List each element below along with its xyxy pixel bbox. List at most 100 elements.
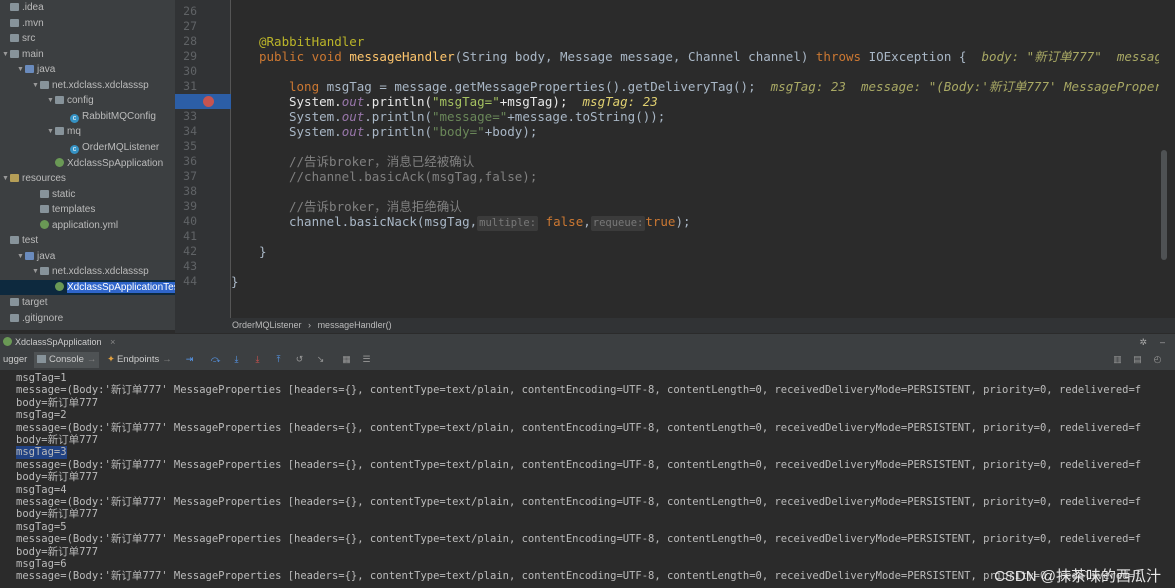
tree-item[interactable]: .idea bbox=[0, 0, 175, 16]
code-line-33: System.out.println("message="+message.to… bbox=[289, 109, 666, 124]
restore-layout-icon[interactable]: ◴ bbox=[1152, 354, 1163, 365]
line-number: 44 bbox=[183, 274, 197, 288]
step-into-icon[interactable]: ⤓ bbox=[231, 354, 242, 365]
force-step-into-icon[interactable]: ⤓ bbox=[252, 354, 263, 365]
drop-frame-icon[interactable]: ↺ bbox=[294, 354, 305, 365]
breadcrumb: OrderMQListener › messageHandler() bbox=[175, 318, 1175, 333]
minimize-icon[interactable]: ‒ bbox=[1160, 334, 1165, 351]
chevron-down-icon[interactable]: ▼ bbox=[17, 62, 25, 78]
tree-item[interactable]: ▼ config bbox=[0, 93, 175, 109]
gear-icon[interactable]: ✲ bbox=[1139, 334, 1147, 351]
tree-item[interactable]: ▼ java bbox=[0, 62, 175, 78]
breakpoint-gutter[interactable] bbox=[197, 0, 231, 318]
tree-item[interactable]: .gitignore bbox=[0, 311, 175, 327]
folder-icon bbox=[40, 80, 49, 89]
code-line-34: System.out.println("body="+body); bbox=[289, 124, 538, 139]
tree-item[interactable]: templates bbox=[0, 202, 175, 218]
folder-icon bbox=[10, 174, 19, 183]
editor-scrollbar-thumb[interactable] bbox=[1161, 150, 1167, 260]
breadcrumb-class[interactable]: OrderMQListener bbox=[232, 320, 302, 330]
tab-endpoints[interactable]: ✦ Endpoints → bbox=[104, 352, 175, 368]
tree-item[interactable]: c OrderMQListener bbox=[0, 140, 175, 156]
param-hint-requeue: requeue: bbox=[590, 216, 646, 231]
tree-item[interactable]: test bbox=[0, 233, 175, 249]
line-number: 35 bbox=[183, 139, 197, 153]
evaluate-expression-icon[interactable]: ▦ bbox=[341, 354, 352, 365]
console-line: message=(Body:'新订单777' MessageProperties… bbox=[16, 533, 1142, 546]
tree-item[interactable]: ▼ java bbox=[0, 249, 175, 265]
tree-item[interactable]: application.yml bbox=[0, 218, 175, 234]
console-line: message=(Body:'新订单777' MessageProperties… bbox=[16, 570, 1142, 583]
tree-item[interactable]: static bbox=[0, 187, 175, 203]
tab-console[interactable]: Console → bbox=[34, 352, 100, 368]
chevron-down-icon[interactable]: ▼ bbox=[2, 47, 10, 63]
tree-item[interactable]: target bbox=[0, 295, 175, 311]
code-line-40: channel.basicNack(msgTag, multiple: false… bbox=[289, 214, 691, 231]
line-number: 40 bbox=[183, 214, 197, 228]
code-line-29: public void messageHandler(String body, … bbox=[259, 49, 1159, 64]
tree-item[interactable]: .mvn bbox=[0, 16, 175, 32]
line-number-gutter: 26272829303132333435363738394041424344 bbox=[175, 0, 197, 318]
watermark: CSDN @抹茶味的西瓜汁 bbox=[994, 568, 1161, 585]
breadcrumb-method[interactable]: messageHandler() bbox=[318, 320, 392, 330]
console-line: msgTag=5 bbox=[16, 520, 67, 533]
step-out-icon[interactable]: ⤒ bbox=[273, 354, 284, 365]
trace-icon[interactable]: ☰ bbox=[361, 354, 372, 365]
tree-item[interactable]: src bbox=[0, 31, 175, 47]
tree-item[interactable]: ▼ resources bbox=[0, 171, 175, 187]
step-over-icon[interactable]: ⤼ bbox=[210, 354, 221, 365]
project-tree: .idea .mvn src ▼ main ▼ java ▼ net.xdclass.xdcla… bbox=[0, 0, 175, 330]
line-number: 30 bbox=[183, 64, 197, 78]
chevron-down-icon[interactable]: ▼ bbox=[47, 93, 55, 109]
run-config-name[interactable]: XdclassSpApplication bbox=[15, 337, 102, 347]
run-window-tabs: ugger Console → ✦ Endpoints → ⇥ ⤼ ⤓ ⤓ ⤒ ↺ ↘… bbox=[0, 350, 1175, 371]
code-line-42: } bbox=[259, 244, 267, 259]
chevron-down-icon[interactable]: ▼ bbox=[32, 264, 40, 280]
settings-icon[interactable]: ▤ bbox=[1132, 354, 1143, 365]
tree-item-label: application.yml bbox=[52, 219, 119, 231]
layout-icon[interactable]: ▥ bbox=[1112, 354, 1123, 365]
chevron-down-icon[interactable]: ▼ bbox=[32, 78, 40, 94]
code-line-36: //告诉broker，消息已经被确认 bbox=[289, 154, 475, 169]
class-icon: c bbox=[70, 113, 79, 123]
tree-item[interactable]: ▼ mq bbox=[0, 124, 175, 140]
tree-item-label: XdclassSpApplication bbox=[67, 157, 164, 169]
tree-item[interactable]: XdclassSpApplicationTests bbox=[0, 279, 175, 296]
folder-icon bbox=[40, 267, 49, 276]
code-editor[interactable]: @RabbitHandler public void messageHandle… bbox=[231, 0, 1159, 318]
console-line: msgTag=1 bbox=[16, 372, 67, 384]
code-line-37: //channel.basicAck(msgTag,false); bbox=[289, 169, 538, 184]
line-number: 42 bbox=[183, 244, 197, 258]
console-output[interactable]: msgTag=1 message=(Body:'新订单777' MessagePr… bbox=[0, 371, 1175, 588]
tree-item[interactable]: XdclassSpApplication bbox=[0, 156, 175, 172]
chevron-down-icon[interactable]: ▼ bbox=[2, 171, 10, 187]
tree-item[interactable]: c RabbitMQConfig bbox=[0, 109, 175, 125]
spring-icon bbox=[40, 219, 49, 229]
tab-debugger[interactable]: ugger bbox=[0, 352, 30, 368]
tree-item[interactable]: ▼ net.xdclass.xdclasssp bbox=[0, 264, 175, 280]
class-icon: c bbox=[70, 144, 79, 154]
tree-item[interactable]: ▼ main bbox=[0, 47, 175, 63]
param-hint-multiple: multiple: bbox=[477, 216, 539, 231]
line-number: 41 bbox=[183, 229, 197, 243]
console-line: body=新订单777 bbox=[16, 396, 99, 409]
folder-icon bbox=[25, 65, 34, 74]
pin-icon: → bbox=[162, 354, 172, 365]
console-line: body=新订单777 bbox=[16, 471, 99, 484]
run-to-cursor-icon[interactable]: ↘ bbox=[315, 354, 326, 365]
line-number: 31 bbox=[183, 79, 197, 93]
code-line-39: //告诉broker，消息拒绝确认 bbox=[289, 199, 462, 214]
tree-item-label: test bbox=[22, 235, 39, 247]
chevron-down-icon[interactable]: ▼ bbox=[47, 124, 55, 140]
show-execution-point-icon[interactable]: ⇥ bbox=[184, 354, 195, 365]
breakpoint-icon[interactable] bbox=[203, 96, 214, 107]
endpoints-icon: ✦ bbox=[107, 354, 115, 365]
line-number: 29 bbox=[183, 49, 197, 63]
console-line: body=新订单777 bbox=[16, 434, 99, 446]
chevron-down-icon[interactable]: ▼ bbox=[17, 249, 25, 265]
close-icon[interactable]: × bbox=[110, 337, 115, 347]
tree-item[interactable]: ▼ net.xdclass.xdclasssp bbox=[0, 78, 175, 94]
code-line-44: } bbox=[231, 274, 239, 289]
tree-item-label: java bbox=[37, 250, 56, 262]
console-line: body=新订单777 bbox=[16, 545, 99, 558]
